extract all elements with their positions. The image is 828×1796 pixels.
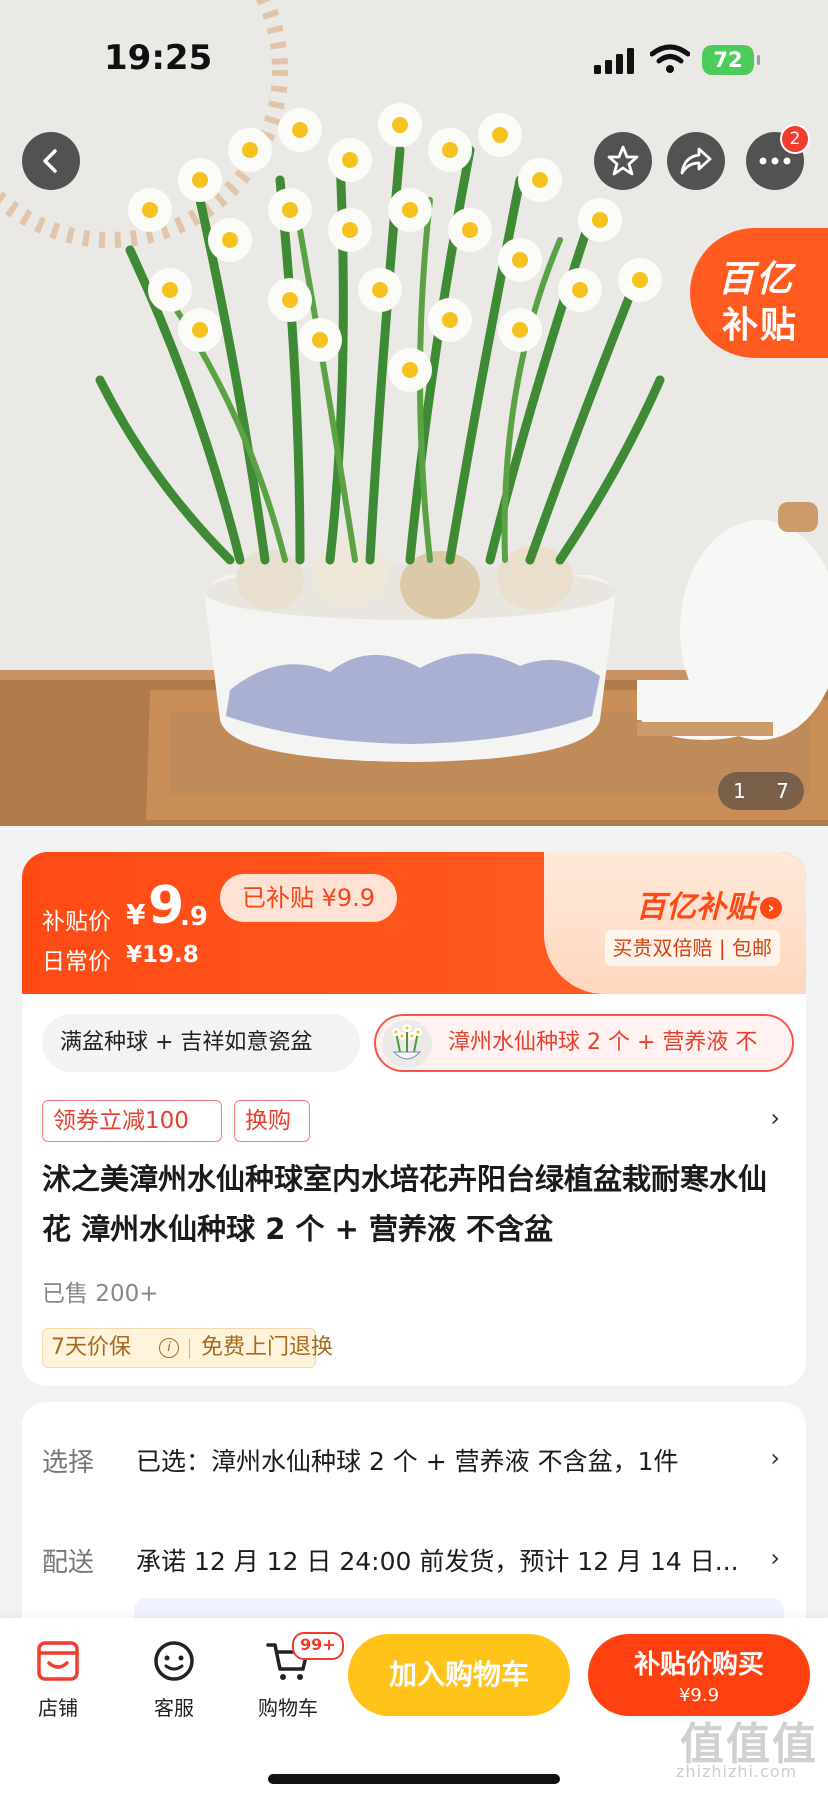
subsidy-brand-link[interactable]: 百亿补贴 › bbox=[636, 882, 782, 926]
subsidy-price-label: 补贴价 bbox=[42, 909, 111, 935]
coupon-tag[interactable]: 领券立减100 bbox=[42, 1100, 222, 1142]
sku-thumbnail bbox=[382, 1020, 432, 1068]
status-time: 19:25 bbox=[104, 38, 213, 78]
service-guarantee[interactable]: 7天价保 i 免费上门退换 bbox=[42, 1328, 333, 1368]
image-index: 1 bbox=[733, 779, 746, 803]
cart-button[interactable]: 99+ 购物车 bbox=[248, 1632, 344, 1721]
image-counter: 1 7 bbox=[718, 772, 804, 810]
chevron-right-icon: › bbox=[770, 1444, 780, 1472]
customer-service-label: 客服 bbox=[154, 1696, 194, 1720]
info-icon[interactable]: i bbox=[159, 1338, 179, 1358]
product-image-gallery[interactable]: 19:25 72 2 百亿 补贴 1 7 bbox=[0, 0, 828, 826]
options-card: 选择 已选：漳州水仙种球 2 个 + 营养液 不含盆，1件 › 配送 承诺 12… bbox=[22, 1402, 806, 1642]
back-button[interactable] bbox=[22, 132, 80, 190]
subsidized-badge: 已补贴 ¥9.9 bbox=[220, 874, 398, 922]
more-dots-icon bbox=[759, 157, 791, 165]
status-bar: 19:25 72 bbox=[0, 0, 828, 110]
wifi-icon bbox=[650, 44, 690, 73]
product-photo bbox=[0, 0, 828, 826]
product-info-card: 满盆种球 + 吉祥如意瓷盆 漳州水仙种球 2 个 + 营养液 不 领券立减100… bbox=[22, 994, 806, 1386]
price-guarantee-tag: 买贵双倍赔 | 包邮 bbox=[604, 930, 780, 966]
chevron-right-icon: › bbox=[760, 897, 782, 919]
shop-icon bbox=[37, 1641, 79, 1681]
product-title: 沭之美漳州水仙种球室内水培花卉阳台绿植盆栽耐寒水仙花 漳州水仙种球 2 个 + … bbox=[42, 1162, 768, 1246]
price-banner: 补贴价 ¥ 9 .9 日常价 ¥19.8 已补贴 ¥9.9 百亿补贴 › 买贵双倍… bbox=[22, 852, 806, 994]
daily-price-value: ¥19.8 bbox=[126, 942, 199, 968]
delivery-row[interactable]: 配送 承诺 12 月 12 日 24:00 前发货，预计 12 月 14 日..… bbox=[22, 1528, 806, 1588]
battery-indicator: 72 bbox=[702, 45, 760, 75]
delivery-label: 配送 bbox=[42, 1548, 95, 1578]
free-return-label: 免费上门退换 bbox=[201, 1335, 334, 1360]
cellular-signal-icon bbox=[594, 48, 634, 74]
share-button[interactable] bbox=[667, 132, 725, 190]
home-indicator bbox=[268, 1774, 560, 1784]
add-to-cart-button[interactable]: 加入购物车 bbox=[348, 1634, 570, 1716]
sold-count: 已售 200+ bbox=[42, 1281, 159, 1307]
price-decimal: .9 bbox=[180, 902, 208, 932]
price-protection-label: 7天价保 bbox=[51, 1335, 131, 1360]
cart-label: 购物车 bbox=[258, 1696, 318, 1720]
favorite-button[interactable] bbox=[594, 132, 652, 190]
cart-count-badge: 99+ bbox=[292, 1632, 344, 1660]
buy-now-button[interactable]: 补贴价购买 ¥9.9 bbox=[588, 1634, 810, 1716]
divider bbox=[189, 1339, 190, 1359]
delivery-info: 承诺 12 月 12 日 24:00 前发货，预计 12 月 14 日... bbox=[136, 1547, 739, 1576]
notification-badge: 2 bbox=[780, 124, 810, 154]
chevron-right-icon: › bbox=[770, 1544, 780, 1572]
share-arrow-icon bbox=[680, 147, 712, 175]
daily-price-label: 日常价 bbox=[42, 949, 111, 975]
shop-label: 店铺 bbox=[38, 1696, 78, 1720]
buy-button-price: ¥9.9 bbox=[678, 1685, 720, 1706]
star-icon bbox=[607, 145, 639, 176]
sku-option-label: 漳州水仙种球 2 个 + 营养液 不 bbox=[448, 1030, 758, 1055]
selected-spec: 已选：漳州水仙种球 2 个 + 营养液 不含盆，1件 bbox=[136, 1447, 679, 1476]
watermark-url: zhizhizhi.com bbox=[676, 1762, 798, 1781]
subsidy-tag-line1: 百亿 bbox=[718, 259, 795, 300]
chat-smile-icon bbox=[154, 1641, 194, 1681]
chevron-left-icon bbox=[43, 149, 57, 173]
exchange-tag[interactable]: 换购 bbox=[234, 1100, 310, 1142]
select-spec-row[interactable]: 选择 已选：漳州水仙种球 2 个 + 营养液 不含盆，1件 › bbox=[22, 1428, 806, 1488]
buy-button-label: 补贴价购买 bbox=[633, 1650, 764, 1680]
sku-selector: 满盆种球 + 吉祥如意瓷盆 漳州水仙种球 2 个 + 营养液 不 bbox=[42, 1014, 806, 1074]
subsidy-corner-tag: 百亿 补贴 bbox=[690, 228, 828, 358]
image-total: 7 bbox=[776, 779, 789, 803]
sku-option[interactable]: 满盆种球 + 吉祥如意瓷盆 bbox=[42, 1014, 360, 1072]
select-label: 选择 bbox=[42, 1448, 95, 1478]
shop-button[interactable]: 店铺 bbox=[18, 1636, 98, 1721]
sku-option-selected[interactable]: 漳州水仙种球 2 个 + 营养液 不 bbox=[374, 1014, 794, 1072]
subsidy-brand-text: 百亿补贴 bbox=[636, 890, 756, 925]
price-integer: 9 bbox=[148, 876, 185, 936]
currency-symbol: ¥ bbox=[126, 898, 146, 931]
customer-service-button[interactable]: 客服 bbox=[134, 1636, 214, 1721]
chevron-right-icon[interactable]: › bbox=[770, 1104, 780, 1132]
subsidy-tag-line2: 补贴 bbox=[722, 305, 799, 346]
more-menu-button[interactable]: 2 bbox=[746, 124, 810, 190]
